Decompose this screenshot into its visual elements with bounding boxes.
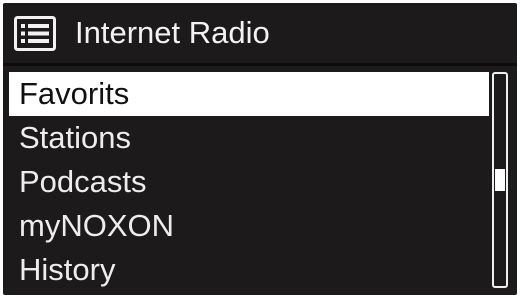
title-bar: Internet Radio	[3, 3, 517, 63]
header-divider	[3, 63, 517, 66]
menu-item-favorits[interactable]: Favorits	[9, 72, 489, 116]
menu-item-podcasts[interactable]: Podcasts	[9, 160, 489, 204]
scrollbar[interactable]	[492, 72, 508, 288]
menu-item-history[interactable]: History	[9, 248, 489, 292]
radio-display: Internet Radio Favorits Stations Podcast…	[3, 3, 517, 295]
list-menu-icon[interactable]	[14, 16, 56, 51]
menu-item-stations[interactable]: Stations	[9, 116, 489, 160]
menu-item-mynoxon[interactable]: myNOXON	[9, 204, 489, 248]
scrollbar-thumb[interactable]	[495, 169, 505, 191]
page-title: Internet Radio	[75, 15, 270, 50]
menu-list: Favorits Stations Podcasts myNOXON Histo…	[9, 72, 489, 292]
